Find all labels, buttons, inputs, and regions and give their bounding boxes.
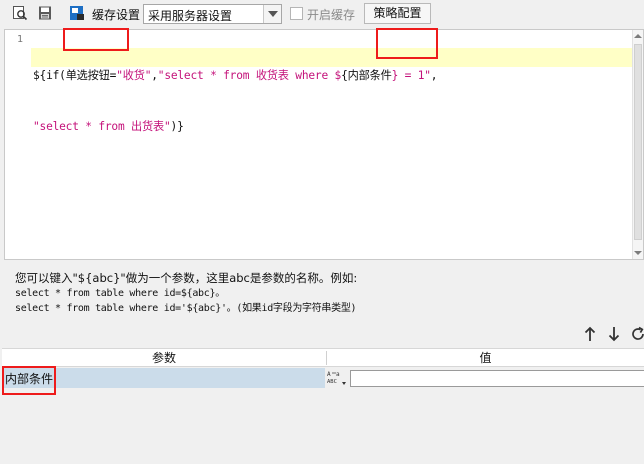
scrollbar-thumb[interactable] [634,44,642,240]
cache-settings-icon [70,6,84,20]
param-type-badge: ABC [327,379,337,385]
code-token: "收货" [116,69,152,82]
sql-editor[interactable]: 1 ${if(单选按钮="收货","select * from 收货表 wher… [4,29,644,260]
move-down-icon[interactable] [606,325,622,343]
chevron-down-icon[interactable] [263,5,281,23]
code-token: ${if( [33,69,66,82]
help-line: 您可以键入"${abc}"做为一个参数，这里abc是参数的名称。例如: [15,271,358,285]
policy-config-button[interactable]: 策略配置 [364,3,431,24]
code-token: "select * from 出货表" [33,120,171,133]
code-token: )} [170,120,184,133]
enable-cache-label: 开启缓存 [307,8,356,22]
code-token: "select * from 收货表 where $ [157,69,342,82]
column-header-value[interactable]: 值 [327,349,644,367]
scroll-up-icon[interactable] [634,32,642,40]
svg-text:A: A [327,371,331,378]
code-token: 内部条件 [347,69,392,82]
refresh-icon[interactable] [630,325,644,343]
cache-mode-selected: 采用服务器设置 [148,9,233,23]
parameter-table: 参数 值 内部条件 A a ABC [2,348,644,464]
column-header-param[interactable]: 参数 [2,349,326,367]
code-token: , [430,69,438,82]
code-token: 单选按钮 [65,69,110,82]
table-row[interactable]: 内部条件 A a ABC [2,368,644,388]
code-line: ${if(单选按钮="收货","select * from 收货表 where … [33,67,438,84]
code-token: } = 1" [391,69,431,82]
enable-cache-checkbox[interactable] [290,7,303,20]
help-example-line: select * from table where id='${abc}'。(如… [15,303,357,314]
annotation-box-param-name [2,366,56,395]
annotation-box-inner-condition [376,28,438,59]
annotation-box-radio-button [63,28,129,51]
help-example-line: select * from table where id=${abc}。 [15,288,225,299]
param-value-input[interactable] [350,370,644,387]
string-type-icon[interactable]: A a ABC [326,369,348,387]
move-up-icon[interactable] [582,325,598,343]
table-header: 参数 值 [2,348,644,367]
toolbar: 缓存设置 采用服务器设置 开启缓存 策略配置 [0,0,644,28]
line-gutter: 1 [5,30,31,259]
save-icon[interactable] [37,5,53,21]
line-number: 1 [16,34,23,45]
preview-icon[interactable] [12,5,28,21]
scroll-down-icon[interactable] [634,249,642,257]
vertical-scrollbar[interactable] [632,30,643,259]
cache-settings-label: 缓存设置 [92,8,141,22]
code-line: "select * from 出货表")} [33,118,437,135]
svg-text:a: a [336,371,340,378]
help-text: 您可以键入"${abc}"做为一个参数，这里abc是参数的名称。例如: sele… [15,270,635,316]
cache-mode-select[interactable]: 采用服务器设置 [143,4,282,24]
